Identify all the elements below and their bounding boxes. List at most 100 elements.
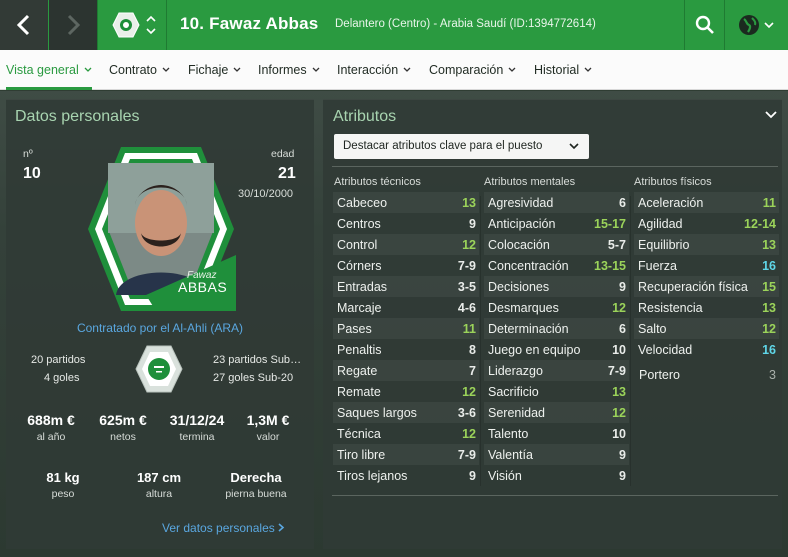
attribute-value: 16 (762, 342, 776, 357)
attribute-value: 9 (619, 447, 626, 462)
senior-apps: 20 partidos (31, 354, 86, 366)
nation-badge-icon[interactable] (134, 344, 184, 394)
back-arrow-icon (16, 14, 30, 36)
chevron-down-icon[interactable] (764, 108, 778, 122)
attribute-row[interactable]: Valentía 9 (484, 444, 629, 465)
attribute-row[interactable]: Penaltis 8 (333, 339, 479, 360)
attribute-name: Agresividad (488, 195, 554, 210)
attribute-row[interactable]: Determinación 6 (484, 318, 629, 339)
attribute-row[interactable]: Colocación 5-7 (484, 234, 629, 255)
stat-value: 1,3M € (246, 412, 290, 428)
wage-per-year: 688m € al año (18, 412, 84, 443)
attribute-row[interactable]: Control 12 (333, 234, 479, 255)
view-personal-data-link[interactable]: Ver datos personales (162, 521, 285, 535)
attribute-name: Cabeceo (337, 195, 388, 210)
attribute-row[interactable]: Desmarques 12 (484, 297, 629, 318)
stat-value: 81 kg (46, 470, 80, 485)
attribute-value: 13 (462, 195, 476, 210)
tab-vista-general[interactable]: Vista general (6, 50, 92, 90)
attribute-row[interactable]: Talento 10 (484, 423, 629, 444)
highlight-key-attributes-select[interactable]: Destacar atributos clave para el puesto (334, 134, 589, 159)
tab-historial[interactable]: Historial (534, 50, 592, 90)
attribute-value: 10 (612, 426, 626, 441)
mental-header: Atributos mentales (484, 176, 576, 188)
attribute-row[interactable]: Aceleración 11 (634, 192, 779, 213)
attribute-row[interactable]: Anticipación 15-17 (484, 213, 629, 234)
stat-label: peso (51, 488, 75, 500)
tab-bar: Vista general Contrato Fichaje Informes … (0, 50, 788, 90)
attribute-row[interactable]: Marcaje 4-6 (333, 297, 479, 318)
tab-label: Informes (258, 63, 307, 77)
u20-goals: 27 goles Sub-20 (213, 372, 294, 384)
attribute-row[interactable]: Visión 9 (484, 465, 629, 486)
attribute-row[interactable]: Decisiones 9 (484, 276, 629, 297)
attribute-row[interactable]: Técnica 12 (333, 423, 479, 444)
attribute-name: Portero (639, 367, 680, 382)
tab-contrato[interactable]: Contrato (109, 50, 170, 90)
attribute-row[interactable]: Recuperación física 15 (634, 276, 779, 297)
search-icon (695, 15, 714, 34)
attribute-row[interactable]: Córners 7-9 (333, 255, 479, 276)
attribute-row[interactable]: Agresividad 6 (484, 192, 629, 213)
attribute-row[interactable]: Juego en equipo 10 (484, 339, 629, 360)
forward-button[interactable] (49, 0, 97, 50)
attribute-row[interactable]: Centros 9 (333, 213, 479, 234)
chevron-down-icon (84, 67, 92, 72)
attribute-row[interactable]: Tiro libre 7-9 (333, 444, 479, 465)
club-switch-chevron-icon[interactable] (145, 12, 157, 38)
attribute-value: 12 (462, 237, 476, 252)
contracted-club-link[interactable]: Contratado por el Al-Ahli (ARA) (6, 321, 314, 335)
attribute-row[interactable]: Agilidad 12-14 (634, 213, 779, 234)
chevron-down-icon (569, 143, 579, 150)
attribute-row[interactable]: Remate 12 (333, 381, 479, 402)
market-value: 1,3M € valor (236, 412, 300, 443)
attribute-row[interactable]: Regate 7 (333, 360, 479, 381)
attribute-row[interactable]: Liderazgo 7-9 (484, 360, 629, 381)
attribute-row[interactable]: Salto 12 (634, 318, 779, 339)
attribute-name: Talento (488, 426, 529, 441)
attribute-value: 7-9 (457, 447, 476, 462)
attribute-row[interactable]: Concentración 13-15 (484, 255, 629, 276)
tab-fichaje[interactable]: Fichaje (188, 50, 241, 90)
attribute-value: 9 (469, 216, 476, 231)
number-label: nº (23, 148, 33, 160)
chevron-down-icon (312, 67, 320, 72)
title-bar: 10. Fawaz Abbas Delantero (Centro) - Ara… (0, 0, 788, 50)
attribute-row[interactable]: Sacrificio 13 (484, 381, 629, 402)
attribute-name: Centros (337, 216, 381, 231)
attribute-name: Desmarques (488, 300, 559, 315)
attribute-row-portero[interactable]: Portero 3 (635, 364, 779, 385)
tab-interaccion[interactable]: Interacción (337, 50, 411, 90)
attribute-row[interactable]: Tiros lejanos 9 (333, 465, 479, 486)
attribute-name: Determinación (488, 321, 569, 336)
shirt-number: 10 (23, 165, 41, 182)
attribute-row[interactable]: Saques largos 3-6 (333, 402, 479, 423)
attribute-name: Liderazgo (488, 363, 543, 378)
attribute-name: Serenidad (488, 405, 545, 420)
attribute-row[interactable]: Cabeceo 13 (333, 192, 479, 213)
world-menu-button[interactable] (732, 10, 780, 40)
attribute-row[interactable]: Fuerza 16 (634, 255, 779, 276)
attribute-row[interactable]: Serenidad 12 (484, 402, 629, 423)
attribute-value: 7-9 (457, 258, 476, 273)
link-label: Ver datos personales (162, 521, 275, 535)
attribute-row[interactable]: Equilibrio 13 (634, 234, 779, 255)
attribute-row[interactable]: Pases 11 (333, 318, 479, 339)
attribute-row[interactable]: Velocidad 16 (634, 339, 779, 360)
back-button[interactable] (0, 0, 48, 50)
stat-value: 31/12/24 (169, 412, 225, 428)
attribute-name: Concentración (488, 258, 569, 273)
search-button[interactable] (688, 10, 722, 40)
divider (684, 0, 685, 50)
tab-informes[interactable]: Informes (258, 50, 320, 90)
attribute-value: 11 (462, 321, 476, 336)
tab-comparacion[interactable]: Comparación (429, 50, 516, 90)
club-badge-icon[interactable] (112, 12, 140, 38)
attribute-row[interactable]: Entradas 3-5 (333, 276, 479, 297)
chevron-down-icon (233, 67, 241, 72)
attribute-value: 4-6 (457, 300, 476, 315)
attribute-row[interactable]: Resistencia 13 (634, 297, 779, 318)
attribute-value: 13-15 (594, 258, 626, 273)
attribute-name: Velocidad (638, 342, 693, 357)
attribute-name: Agilidad (638, 216, 683, 231)
